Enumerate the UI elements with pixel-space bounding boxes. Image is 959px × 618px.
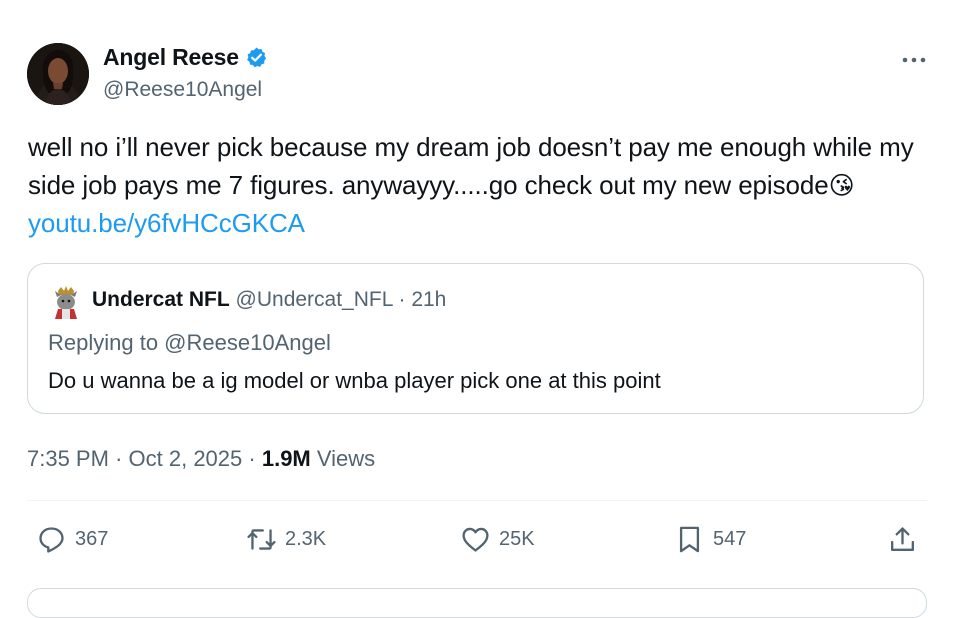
verified-badge-icon[interactable] [245, 46, 268, 69]
like-count: 25K [499, 528, 535, 550]
meta-separator-2: · [248, 446, 256, 471]
quoted-tweet[interactable]: Undercat NFL @Undercat_NFL · 21h Replyin… [27, 263, 924, 414]
reply-composer[interactable] [27, 588, 927, 618]
bookmark-button[interactable]: 547 [674, 524, 746, 555]
author-name[interactable]: Angel Reese [103, 44, 239, 71]
undercat-avatar-icon[interactable] [49, 285, 83, 319]
quoted-author-handle[interactable]: @Undercat_NFL [236, 288, 393, 311]
meta-separator: · [115, 446, 123, 471]
reply-count: 367 [75, 528, 109, 550]
views-count: 1.9M [261, 446, 311, 471]
bookmark-count: 547 [713, 528, 747, 550]
quoted-time[interactable]: 21h [411, 288, 446, 311]
tweet-date[interactable]: Oct 2, 2025 [129, 446, 243, 471]
more-options-icon[interactable] [899, 50, 929, 70]
retweet-count: 2.3K [285, 528, 327, 550]
tweet-time[interactable]: 7:35 PM [27, 446, 109, 471]
kiss-emoji-icon: 😘 [828, 171, 855, 200]
tweet-text: well no i’ll never pick because my dream… [28, 129, 918, 243]
reply-icon [39, 527, 64, 553]
views-label: Views [316, 446, 376, 471]
tweet-meta: 7:35 PM · Oct 2, 2025 · 1.9M Views [27, 446, 375, 472]
share-icon [891, 527, 914, 551]
bookmark-icon [679, 526, 700, 553]
quoted-header: Undercat NFL @Undercat_NFL · 21h [92, 288, 446, 312]
like-button[interactable]: 25K [460, 524, 535, 555]
tweet-link[interactable]: youtu.be/y6fvHCcGKCA [28, 208, 305, 238]
profile-photo-icon [27, 43, 89, 105]
author-avatar[interactable] [27, 43, 89, 105]
heart-icon [462, 527, 489, 552]
author-handle[interactable]: @Reese10Angel [103, 78, 262, 102]
retweet-button[interactable]: 2.3K [246, 524, 326, 555]
share-button[interactable] [887, 524, 918, 555]
retweet-icon [247, 529, 276, 550]
replying-to: Replying to @Reese10Angel [48, 330, 331, 355]
divider [27, 500, 927, 501]
author-name-row: Angel Reese [103, 44, 268, 71]
quoted-author-name[interactable]: Undercat NFL [92, 288, 230, 311]
tweet-body: well no i’ll never pick because my dream… [28, 132, 914, 200]
quoted-text: Do u wanna be a ig model or wnba player … [48, 368, 661, 393]
reply-button[interactable]: 367 [36, 524, 108, 555]
quoted-separator: · [398, 288, 406, 311]
